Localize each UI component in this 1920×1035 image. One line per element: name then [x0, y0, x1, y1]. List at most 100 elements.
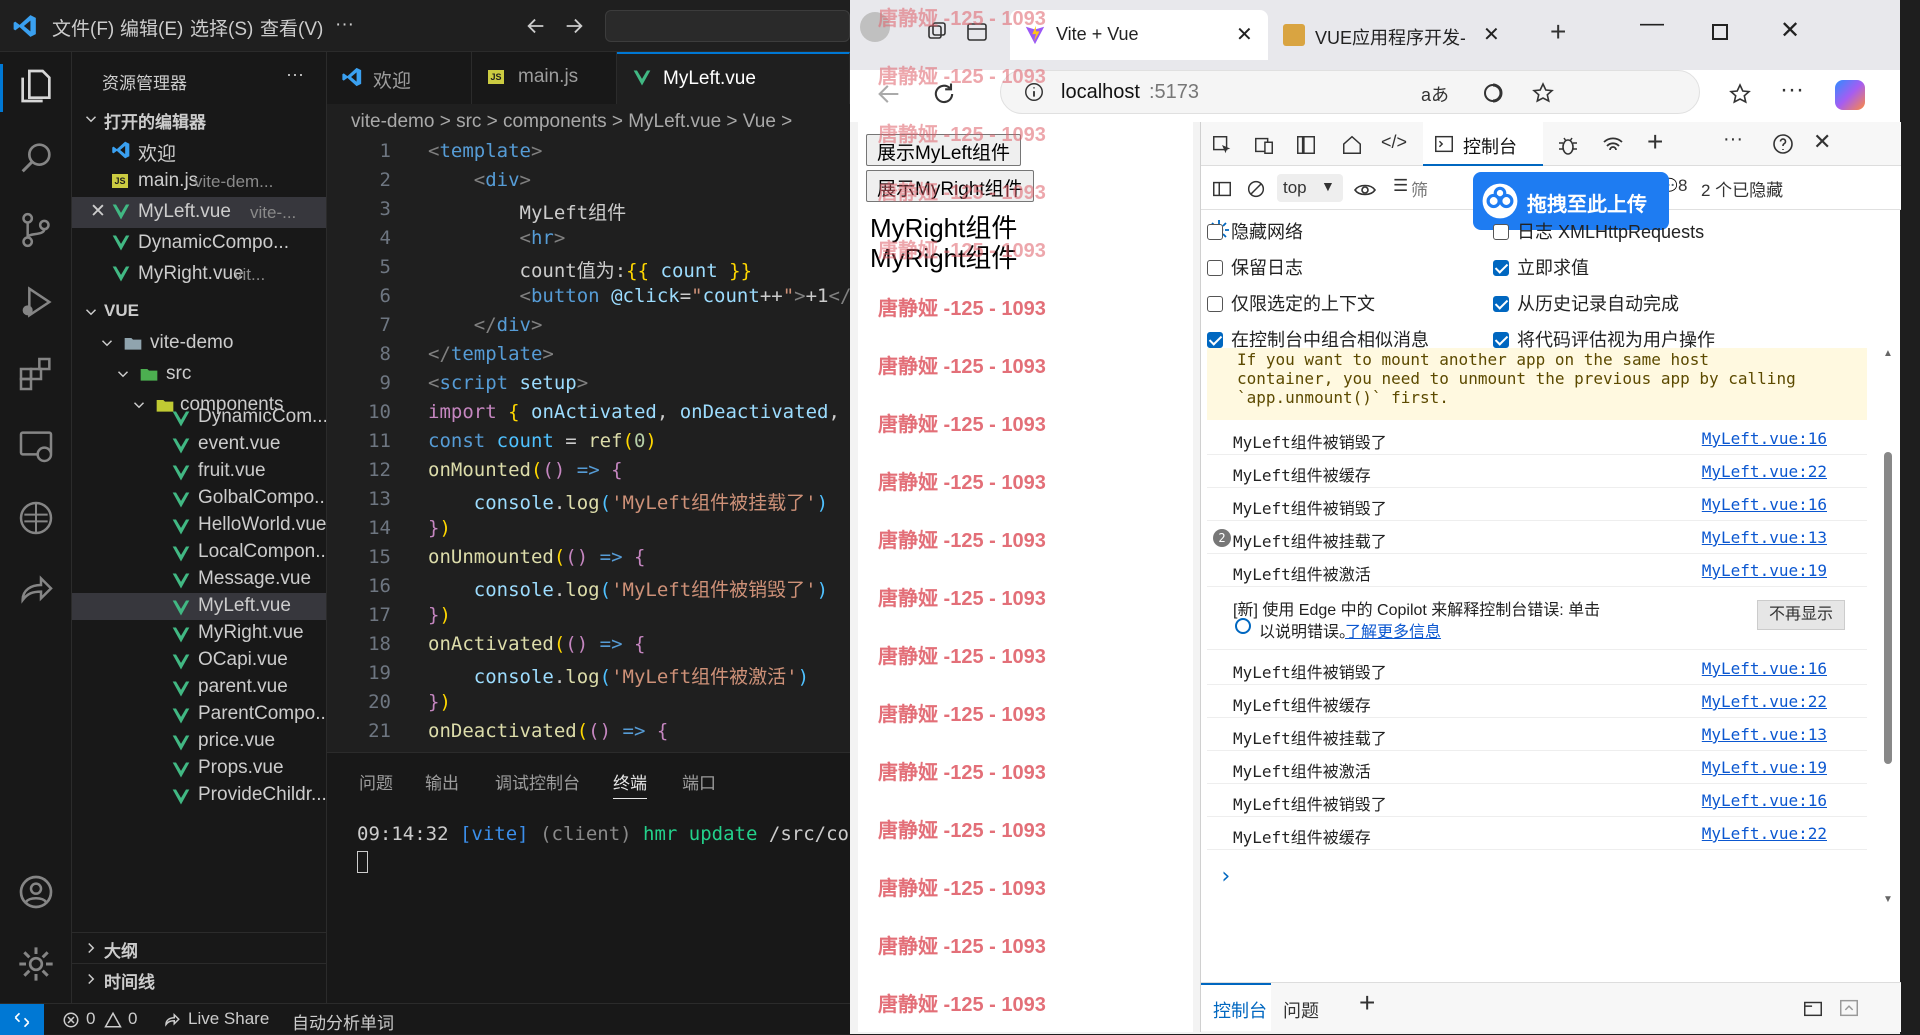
maximize-button[interactable]	[1712, 24, 1728, 40]
checkbox[interactable]	[1493, 332, 1509, 348]
edge-sync-icon[interactable]	[1481, 81, 1505, 105]
devtools-more-icon[interactable]: ···	[1723, 128, 1743, 151]
file-tree-item[interactable]: DynamicCom...	[72, 404, 326, 431]
log-source-link[interactable]: MyLeft.vue:16	[1702, 495, 1827, 514]
copilot-explain-icon[interactable]	[1235, 618, 1251, 634]
checkbox[interactable]	[1207, 296, 1223, 312]
error-icon[interactable]	[62, 1011, 80, 1029]
checkbox[interactable]	[1493, 296, 1509, 312]
explorer-more-button[interactable]: ···	[286, 64, 304, 85]
search-icon[interactable]	[16, 138, 56, 178]
close-tab-icon[interactable]: ✕	[1483, 22, 1500, 47]
log-source-link[interactable]: MyLeft.vue:16	[1702, 791, 1827, 810]
console-output[interactable]: If you want to mount another app on the …	[1207, 348, 1867, 908]
console-setting-checkbox[interactable]: 日志 XMLHttpRequests	[1493, 218, 1704, 244]
bug-icon[interactable]	[1556, 133, 1580, 157]
command-center[interactable]	[605, 10, 850, 42]
file-tree-item[interactable]: LocalCompon...	[72, 539, 326, 566]
log-source-link[interactable]: MyLeft.vue:22	[1702, 824, 1827, 843]
forward-arrow-icon[interactable]	[563, 15, 585, 37]
close-icon[interactable]: ✕	[90, 200, 106, 223]
favorite-star-icon[interactable]	[1531, 81, 1555, 105]
help-icon[interactable]	[1771, 132, 1795, 156]
outline-header[interactable]: 大纲	[72, 932, 326, 963]
welcome-home-icon[interactable]	[1341, 134, 1363, 156]
panel-tab-terminal[interactable]: 终端	[613, 769, 647, 799]
folder-src[interactable]: src	[72, 359, 326, 390]
folder-vite-demo[interactable]: vite-demo	[72, 328, 326, 359]
tab-main-js[interactable]: JS main.js	[472, 52, 617, 104]
settings-gear-icon[interactable]	[16, 944, 56, 984]
minimize-button[interactable]: —	[1640, 10, 1664, 38]
console-setting-checkbox[interactable]: 隐藏网络	[1207, 218, 1303, 244]
more-tools-button[interactable]: +	[1647, 126, 1663, 158]
more-menu-icon[interactable]: ···	[1780, 76, 1804, 104]
menu-edit[interactable]: 编辑(E)	[120, 14, 183, 41]
extensions-icon[interactable]	[16, 354, 56, 394]
warning-icon[interactable]	[104, 1011, 122, 1029]
menu-more[interactable]: ···	[335, 14, 354, 36]
file-tree-item[interactable]: parent.vue	[72, 674, 326, 701]
console-setting-checkbox[interactable]: 立即求值	[1493, 254, 1589, 280]
drawer-tab-issues[interactable]: 问题	[1283, 997, 1319, 1023]
file-tree-item[interactable]: GolbalCompo...	[72, 485, 326, 512]
log-source-link[interactable]: MyLeft.vue:13	[1702, 528, 1827, 547]
explorer-icon[interactable]	[16, 66, 56, 106]
code-editor[interactable]: 12345678910111213141516171819202122 <tem…	[327, 140, 850, 752]
file-tree-item[interactable]: ParentCompo...	[72, 701, 326, 728]
live-expression-eye-icon[interactable]	[1353, 178, 1377, 202]
panel-tab-problems[interactable]: 问题	[359, 769, 393, 794]
open-editor-item[interactable]: JS main.js vite-dem...	[72, 166, 326, 197]
dock-side-icon[interactable]	[1295, 134, 1317, 156]
device-emulation-icon[interactable]	[1253, 134, 1275, 156]
file-tree-item[interactable]: price.vue	[72, 728, 326, 755]
warning-count[interactable]: 0	[128, 1009, 137, 1029]
account-icon[interactable]	[16, 872, 56, 912]
scrollbar-thumb[interactable]	[1884, 452, 1892, 764]
filter-icon[interactable]: ☰	[1393, 176, 1408, 196]
file-tree-item[interactable]: HelloWorld.vue	[72, 512, 326, 539]
log-source-link[interactable]: MyLeft.vue:16	[1702, 659, 1827, 678]
console-prompt-chevron-icon[interactable]: ›	[1219, 864, 1232, 889]
log-source-link[interactable]: MyLeft.vue:16	[1702, 429, 1827, 448]
panel-tab-ports[interactable]: 端口	[682, 769, 716, 794]
tab-vue-course[interactable]: VUE应用程序开发-24级 ✕	[1275, 10, 1520, 60]
context-select[interactable]: top ▼	[1277, 174, 1343, 202]
file-tree-item[interactable]: fruit.vue	[72, 458, 326, 485]
checkbox[interactable]	[1207, 260, 1223, 276]
minimize-drawer-icon[interactable]	[1837, 997, 1861, 1019]
remote-indicator[interactable]	[0, 1004, 44, 1035]
window-close-button[interactable]: ✕	[1780, 16, 1800, 45]
file-tree-item[interactable]: ProvideChildr...	[72, 782, 326, 809]
read-aloud-icon[interactable]: aあ	[1421, 81, 1449, 107]
extension-panel-icon[interactable]	[16, 498, 56, 538]
back-arrow-icon[interactable]	[525, 15, 547, 37]
new-tab-button[interactable]: +	[1550, 16, 1566, 48]
scroll-down-arrow-icon[interactable]: ▼	[1883, 894, 1893, 905]
file-tree-item[interactable]: OCapi.vue	[72, 647, 326, 674]
log-source-link[interactable]: MyLeft.vue:22	[1702, 462, 1827, 481]
run-debug-icon[interactable]	[16, 282, 56, 322]
drawer-add-tab-button[interactable]: +	[1359, 987, 1375, 1019]
tab-vite-vue[interactable]: Vite + Vue ✕	[1010, 10, 1268, 60]
terminal-output[interactable]: 09:14:32 [vite] (client) hmr update /src…	[357, 823, 872, 845]
file-tree-item[interactable]: event.vue	[72, 431, 326, 458]
remote-explorer-icon[interactable]	[16, 426, 56, 466]
console-setting-checkbox[interactable]: 保留日志	[1207, 254, 1303, 280]
drawer-tab-console[interactable]: 控制台	[1201, 983, 1271, 1031]
error-count[interactable]: 0	[86, 1009, 95, 1029]
open-editor-item-active[interactable]: ✕ MyLeft.vue vite-...	[72, 197, 326, 228]
log-source-link[interactable]: MyLeft.vue:19	[1702, 758, 1827, 777]
live-share-icon[interactable]	[16, 570, 56, 610]
favorites-icon[interactable]	[1728, 82, 1752, 106]
checkbox[interactable]	[1207, 224, 1223, 240]
vue-workspace-header[interactable]: VUE	[72, 297, 326, 328]
network-wifi-icon[interactable]	[1601, 133, 1625, 157]
undock-drawer-icon[interactable]	[1801, 997, 1825, 1019]
learn-more-link[interactable]: 了解更多信息	[1345, 618, 1441, 642]
log-source-link[interactable]: MyLeft.vue:19	[1702, 561, 1827, 580]
menu-selection[interactable]: 选择(S)	[190, 14, 253, 41]
checkbox[interactable]	[1493, 260, 1509, 276]
file-tree-item[interactable]: Message.vue	[72, 566, 326, 593]
file-tree-item[interactable]: MyRight.vue	[72, 620, 326, 647]
